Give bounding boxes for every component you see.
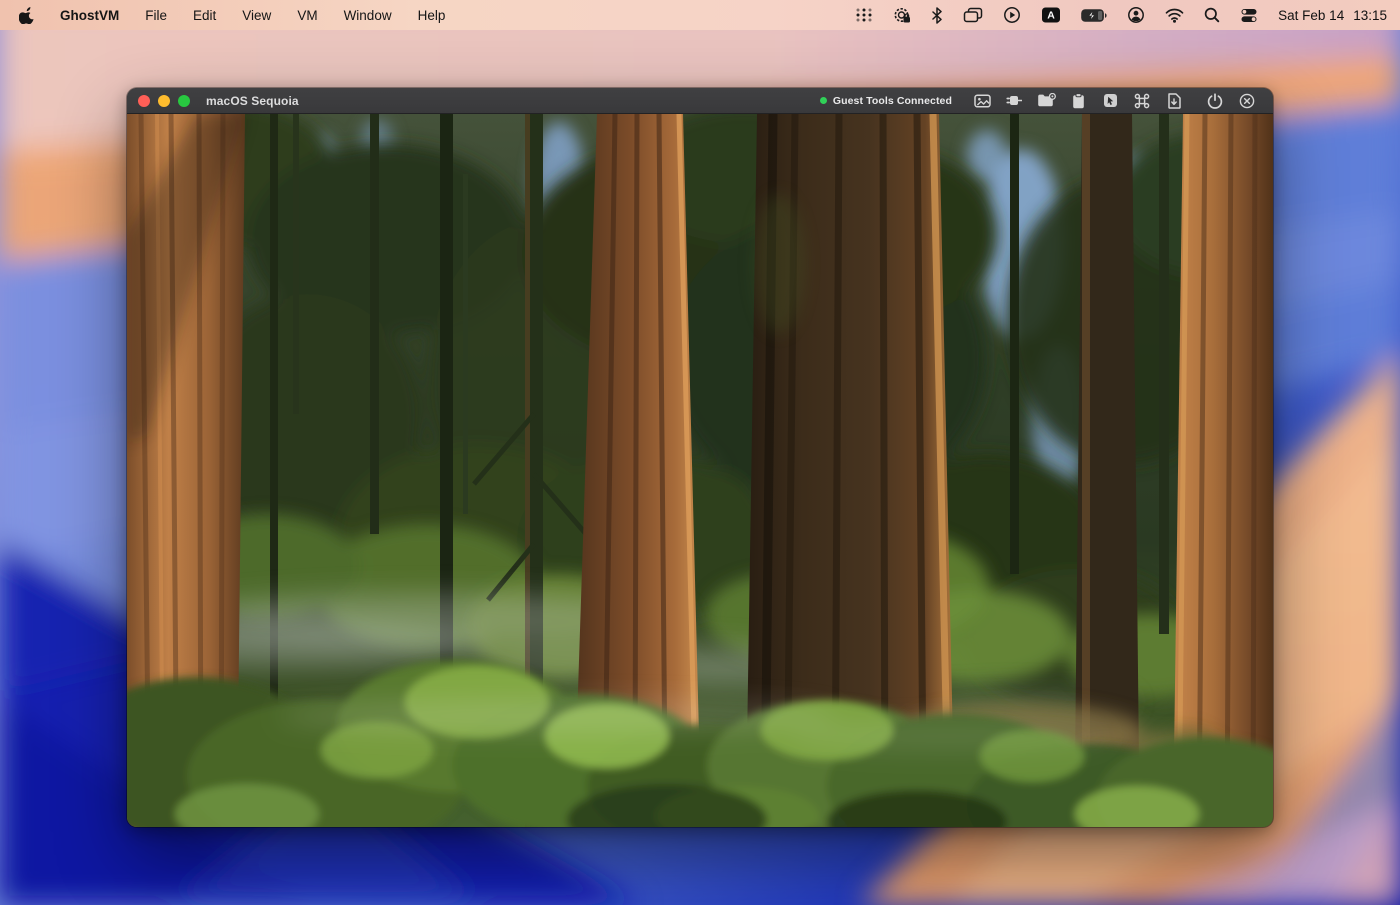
shared-folders-icon[interactable] [1030, 89, 1062, 113]
mouse-capture-icon[interactable] [1094, 89, 1126, 113]
minimize-button[interactable] [158, 95, 170, 107]
disconnect-icon[interactable] [1231, 89, 1263, 113]
clock-time: 13:15 [1353, 8, 1387, 23]
menu-view[interactable]: View [229, 0, 284, 30]
clock-date: Sat Feb 14 [1278, 8, 1344, 23]
menu-vm[interactable]: VM [284, 0, 330, 30]
forest-scene [127, 114, 1273, 827]
input-source-icon[interactable]: A [1031, 0, 1071, 30]
file-transfer-icon[interactable] [1158, 89, 1190, 113]
spotlight-search-icon[interactable] [1194, 0, 1230, 30]
bluetooth-icon[interactable] [921, 0, 953, 30]
menu-help[interactable]: Help [405, 0, 459, 30]
apps-grid-icon[interactable] [845, 0, 883, 30]
guest-tools-status: Guest Tools Connected [820, 95, 952, 107]
command-shortcut-icon[interactable] [1126, 89, 1158, 113]
zoom-button[interactable] [178, 95, 190, 107]
window-title: macOS Sequoia [206, 94, 299, 108]
screenshot-icon[interactable] [966, 89, 998, 113]
menu-bar-clock[interactable]: Sat Feb 14 13:15 [1268, 8, 1387, 23]
status-dot [820, 97, 827, 104]
apple-menu[interactable] [19, 0, 47, 30]
vm-window: macOS Sequoia Guest Tools Connected [127, 88, 1273, 827]
timer-lock-icon[interactable] [883, 0, 921, 30]
svg-text:A: A [1047, 10, 1055, 22]
battery-charging-icon[interactable] [1071, 0, 1117, 30]
usb-devices-icon[interactable] [998, 89, 1030, 113]
menu-bar: GhostVM File Edit View VM Window Help [0, 0, 1400, 30]
clipboard-icon[interactable] [1062, 89, 1094, 113]
desktop: GhostVM File Edit View VM Window Help [0, 0, 1400, 905]
displays-icon[interactable] [953, 0, 993, 30]
guest-tools-label: Guest Tools Connected [833, 95, 952, 107]
menu-edit[interactable]: Edit [180, 0, 229, 30]
apple-icon [19, 6, 35, 24]
menu-window[interactable]: Window [331, 0, 405, 30]
wifi-icon[interactable] [1155, 0, 1194, 30]
menu-file[interactable]: File [132, 0, 180, 30]
now-playing-icon[interactable] [993, 0, 1031, 30]
power-icon[interactable] [1199, 89, 1231, 113]
control-center-icon[interactable] [1230, 0, 1268, 30]
app-menu-ghostvm[interactable]: GhostVM [47, 8, 132, 23]
vm-screen[interactable] [127, 114, 1273, 827]
vm-window-titlebar[interactable]: macOS Sequoia Guest Tools Connected [127, 88, 1273, 114]
user-account-icon[interactable] [1117, 0, 1155, 30]
close-button[interactable] [138, 95, 150, 107]
